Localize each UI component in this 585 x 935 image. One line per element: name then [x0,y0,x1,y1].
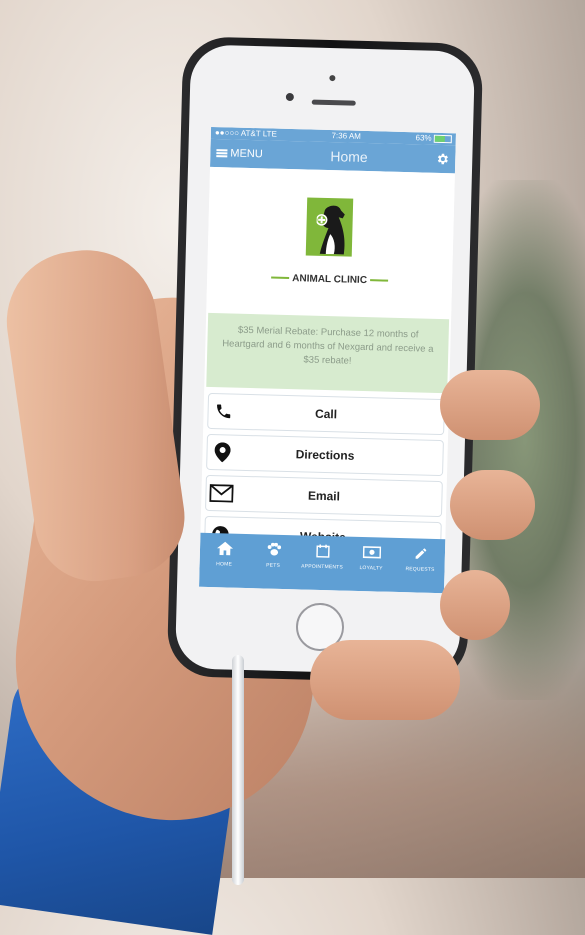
gear-icon[interactable] [435,152,449,166]
menu-button[interactable]: MENU [216,147,263,160]
divider [369,279,389,282]
directions-button[interactable]: Directions [206,433,444,477]
tab-loyalty[interactable]: LOYALTY [347,545,396,572]
tab-home[interactable]: HOME [200,541,249,568]
tab-pets[interactable]: PETS [249,542,298,569]
promo-banner[interactable]: $35 Merial Rebate: Purchase 12 months of… [206,312,450,394]
clinic-name-text: ANIMAL CLINIC [292,273,368,287]
email-label: Email [307,488,341,504]
clinic-logo [305,197,354,257]
divider [271,276,290,280]
email-button[interactable]: Email [205,474,443,518]
tab-requests-label: REQUESTS [405,566,435,573]
phone-front: ●●○○○ AT&T LTE 7:36 AM 63% MENU Home ANI… [174,44,476,676]
hand-finger [440,570,510,640]
promo-text: $35 Merial Rebate: Purchase 12 months of… [222,324,434,367]
carrier-label: ●●○○○ AT&T LTE [214,128,277,139]
battery-percent: 63% [415,133,432,143]
pencil-icon [415,548,426,559]
page-title: Home [330,148,368,166]
front-camera [285,92,294,102]
hamburger-icon [216,149,228,158]
front-sensor [329,75,336,82]
clock: 7:36 AM [331,131,362,141]
battery-fill [434,135,445,142]
battery-icon [433,134,452,144]
battery-group: 63% [415,132,452,145]
app-screen: ●●○○○ AT&T LTE 7:36 AM 63% MENU Home ANI… [199,126,456,594]
earpiece [311,99,356,106]
tab-appointments-label: APPOINTMENTS [301,563,344,571]
call-button[interactable]: Call [207,392,446,436]
calendar-icon [315,544,330,558]
home-icon [216,541,233,556]
call-label: Call [314,406,338,422]
hand-finger [450,470,535,540]
hand-finger [310,640,460,720]
tab-pets-label: PETS [266,562,281,569]
directions-label: Directions [295,447,355,463]
tab-home-label: HOME [216,561,233,568]
tab-loyalty-label: LOYALTY [359,564,383,572]
charging-cable [232,655,244,885]
money-icon [362,546,381,559]
tab-bar: HOME PETS APPOINTMENTS LOYALTY REQUESTS [199,532,446,594]
tab-appointments[interactable]: APPOINTMENTS [298,543,347,571]
clinic-name: ANIMAL CLINIC [207,271,452,288]
envelope-icon [206,484,236,503]
phone: ●●○○○ AT&T LTE 7:36 AM 63% MENU Home ANI… [166,36,484,684]
dog-cat-silhouette-icon [315,205,345,255]
phone-icon [208,402,238,421]
menu-label: MENU [230,147,263,161]
map-pin-icon [207,442,238,463]
tab-requests[interactable]: REQUESTS [396,546,445,573]
logo-area: ANIMAL CLINIC [206,166,455,312]
hand-finger [440,370,540,440]
paw-icon [267,542,281,556]
hand-thumb [0,241,193,589]
